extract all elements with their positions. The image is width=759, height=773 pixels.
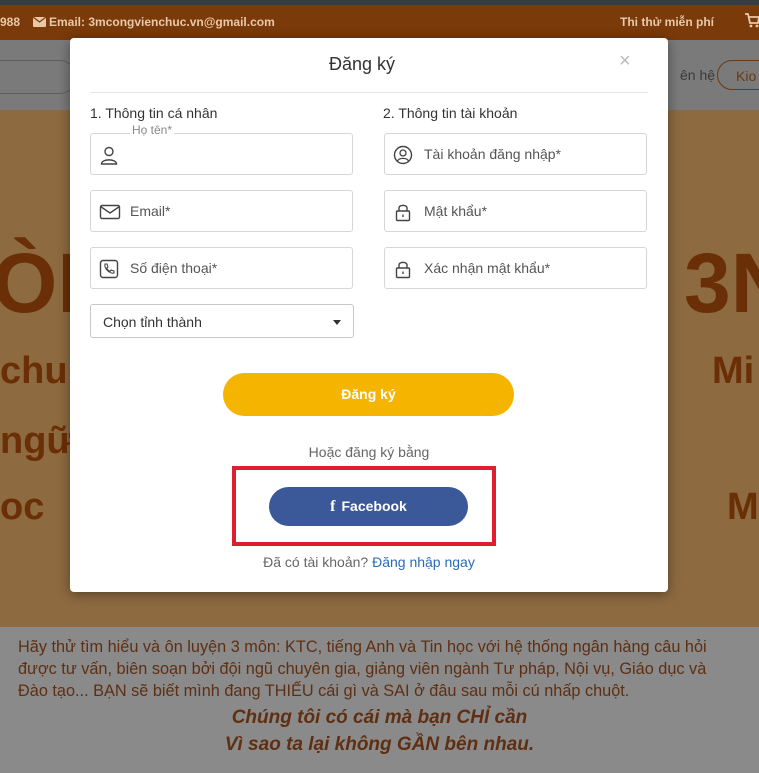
- hero-line2-left: ngữ: [0, 420, 74, 462]
- trial-link[interactable]: Thi thử miễn phí: [620, 15, 714, 29]
- fullname-field[interactable]: Họ tên*: [90, 123, 353, 175]
- email-label: Email: 3mcongvienchuc.vn@gmail.com: [49, 15, 275, 29]
- intro-paragraph: Hãy thử tìm hiểu và ôn luyện 3 môn: KTC,…: [18, 638, 707, 700]
- hero-line3-left: oc: [0, 486, 45, 528]
- username-field[interactable]: Tài khoản đăng nhập*: [384, 133, 647, 175]
- hero-line1-right: Mi: [712, 350, 755, 392]
- facebook-icon: f: [330, 498, 336, 515]
- section-account-heading: 2. Thông tin tài khoản: [383, 105, 518, 121]
- nav-contact[interactable]: ên hệ: [680, 67, 715, 83]
- password-placeholder: Mật khẩu*: [424, 203, 488, 219]
- or-register-label: Hoặc đăng ký bằng: [308, 444, 430, 460]
- user-icon: [100, 146, 118, 165]
- login-prompt: Đã có tài khoản? Đăng nhập ngay: [70, 554, 668, 570]
- caret-down-icon: [333, 320, 341, 325]
- province-select-value: Chọn tỉnh thành: [103, 314, 202, 330]
- lock-icon: [395, 204, 411, 222]
- login-prompt-text: Đã có tài khoản?: [263, 554, 369, 570]
- lock-icon: [395, 261, 411, 279]
- top-bar: 988 Email: 3mcongvienchuc.vn@gmail.com T…: [0, 0, 759, 40]
- facebook-button-label: Facebook: [341, 498, 407, 514]
- hero-line1-left: chu: [0, 350, 68, 392]
- password-field[interactable]: Mật khẩu*: [384, 190, 647, 232]
- email-field[interactable]: Email*: [90, 190, 353, 232]
- modal-divider: [90, 92, 648, 93]
- confirm-password-field[interactable]: Xác nhận mật khẩu*: [384, 247, 647, 289]
- hero-line3-right: M: [727, 486, 759, 528]
- hero-title-right: 3N: [684, 236, 759, 330]
- intro-section: Hãy thử tìm hiểu và ôn luyện 3 môn: KTC,…: [0, 627, 759, 773]
- cart-icon[interactable]: [744, 12, 759, 31]
- username-placeholder: Tài khoản đăng nhập*: [424, 146, 561, 162]
- modal-title: Đăng ký: [328, 54, 396, 74]
- confirm-password-placeholder: Xác nhận mật khẩu*: [424, 260, 551, 276]
- register-button[interactable]: Đăng ký: [223, 373, 514, 416]
- search-box[interactable]: [0, 60, 76, 94]
- phone-placeholder: Số điện thoại*: [130, 260, 218, 276]
- browser-edge: [0, 0, 759, 5]
- slogan-line-1: Chúng tôi có cái mà bạn CHỈ cần: [231, 707, 528, 728]
- email-placeholder: Email*: [130, 203, 171, 219]
- user-circle-icon: [393, 145, 413, 165]
- mail-icon: [99, 204, 121, 220]
- nav-button[interactable]: Kio: [717, 60, 759, 90]
- login-link[interactable]: Đăng nhập ngay: [372, 554, 475, 570]
- facebook-button[interactable]: f Facebook: [269, 487, 468, 526]
- province-select[interactable]: Chọn tỉnh thành: [90, 304, 354, 338]
- mail-icon: [32, 16, 47, 27]
- phone-number: 988: [0, 15, 21, 29]
- register-modal: Đăng ký × 1. Thông tin cá nhân 2. Thông …: [70, 38, 668, 592]
- phone-field[interactable]: Số điện thoại*: [90, 247, 353, 289]
- email-contact: Email: 3mcongvienchuc.vn@gmail.com: [32, 15, 275, 29]
- phone-icon: [99, 259, 119, 279]
- section-personal-heading: 1. Thông tin cá nhân: [90, 105, 218, 121]
- slogan-line-2: Vì sao ta lại không GẦN bên nhau.: [224, 734, 535, 755]
- close-icon[interactable]: ×: [619, 50, 631, 73]
- fullname-label: Họ tên*: [130, 123, 175, 137]
